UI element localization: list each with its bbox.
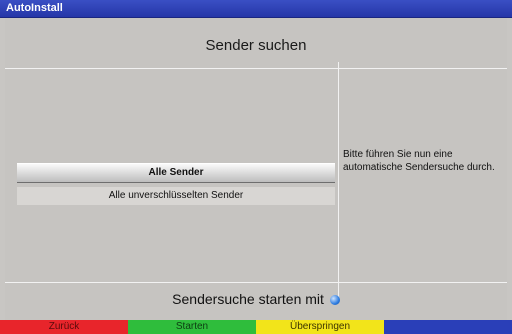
start-button[interactable]: Starten [128, 320, 256, 334]
page-title: Sender suchen [5, 28, 507, 69]
blue-button-icon [329, 295, 340, 305]
menu-item-free-channels[interactable]: Alle unverschlüsselten Sender [17, 187, 335, 205]
main-panel: Sender suchen Alle Sender Alle unverschl… [5, 18, 507, 320]
title-bar: AutoInstall [0, 0, 512, 18]
divider-horizontal [5, 282, 507, 283]
footer-text: Sendersuche starten mit [172, 291, 324, 307]
skip-button[interactable]: Überspringen [256, 320, 384, 334]
window-title: AutoInstall [6, 2, 63, 14]
divider-vertical [338, 62, 339, 300]
color-button-bar: Zurück Starten Überspringen [0, 320, 512, 334]
footer-hint: Sendersuche starten mit [5, 286, 507, 314]
menu-item-all-channels[interactable]: Alle Sender [17, 163, 335, 183]
info-text: Bitte führen Sie nun eine automatische S… [343, 149, 495, 173]
back-button[interactable]: Zurück [0, 320, 128, 334]
blue-button[interactable] [384, 320, 512, 334]
